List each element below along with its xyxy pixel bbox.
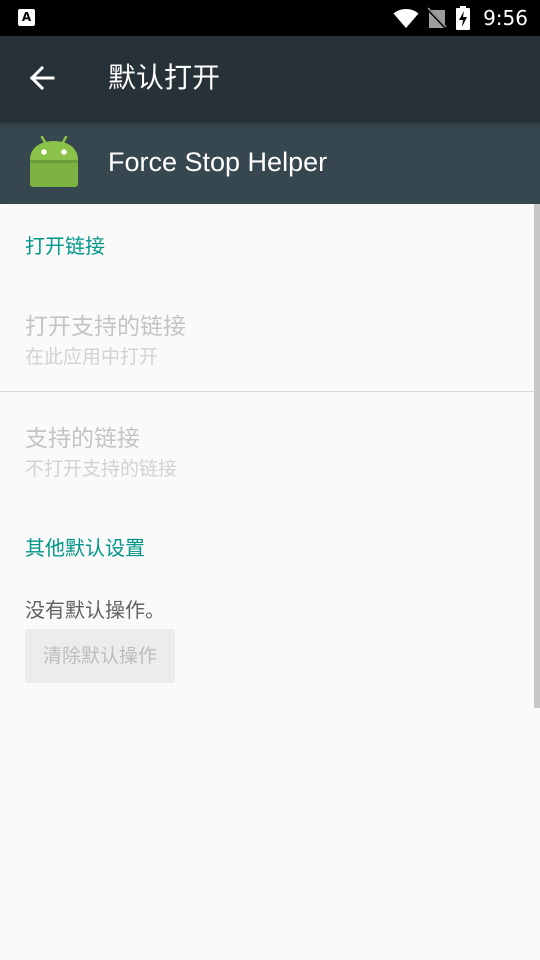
section-header-open-links: 打开链接	[25, 234, 105, 258]
no-sim-icon	[427, 7, 448, 29]
wifi-icon	[393, 9, 419, 28]
back-button[interactable]	[18, 54, 66, 102]
app-name: Force Stop Helper	[108, 147, 328, 177]
no-default-message: 没有默认操作。	[25, 598, 165, 622]
app-header: Force Stop Helper	[0, 120, 540, 204]
section-header-other-defaults: 其他默认设置	[25, 536, 145, 560]
status-time: 9:56	[483, 6, 528, 30]
battery-charging-icon	[456, 6, 471, 30]
arrow-left-icon	[29, 65, 55, 91]
page-title: 默认打开	[108, 61, 221, 94]
supported-links-summary: 不打开支持的链接	[25, 458, 178, 480]
status-icons: 9:56	[393, 0, 528, 36]
settings-content: 打开链接 打开支持的链接 在此应用中打开 支持的链接 不打开支持的链接 其他默认…	[0, 204, 540, 960]
status-bar: A 9:56	[0, 0, 540, 36]
a-notification-icon: A	[18, 9, 35, 26]
android-icon	[30, 135, 78, 187]
divider	[0, 391, 534, 392]
supported-links-title: 支持的链接	[25, 426, 140, 452]
open-supported-links-summary: 在此应用中打开	[25, 346, 159, 368]
clear-defaults-button[interactable]: 清除默认操作	[25, 629, 175, 683]
scrollbar[interactable]	[534, 204, 540, 708]
app-bar: 默认打开	[0, 36, 540, 120]
open-supported-links-title: 打开支持的链接	[25, 314, 186, 340]
